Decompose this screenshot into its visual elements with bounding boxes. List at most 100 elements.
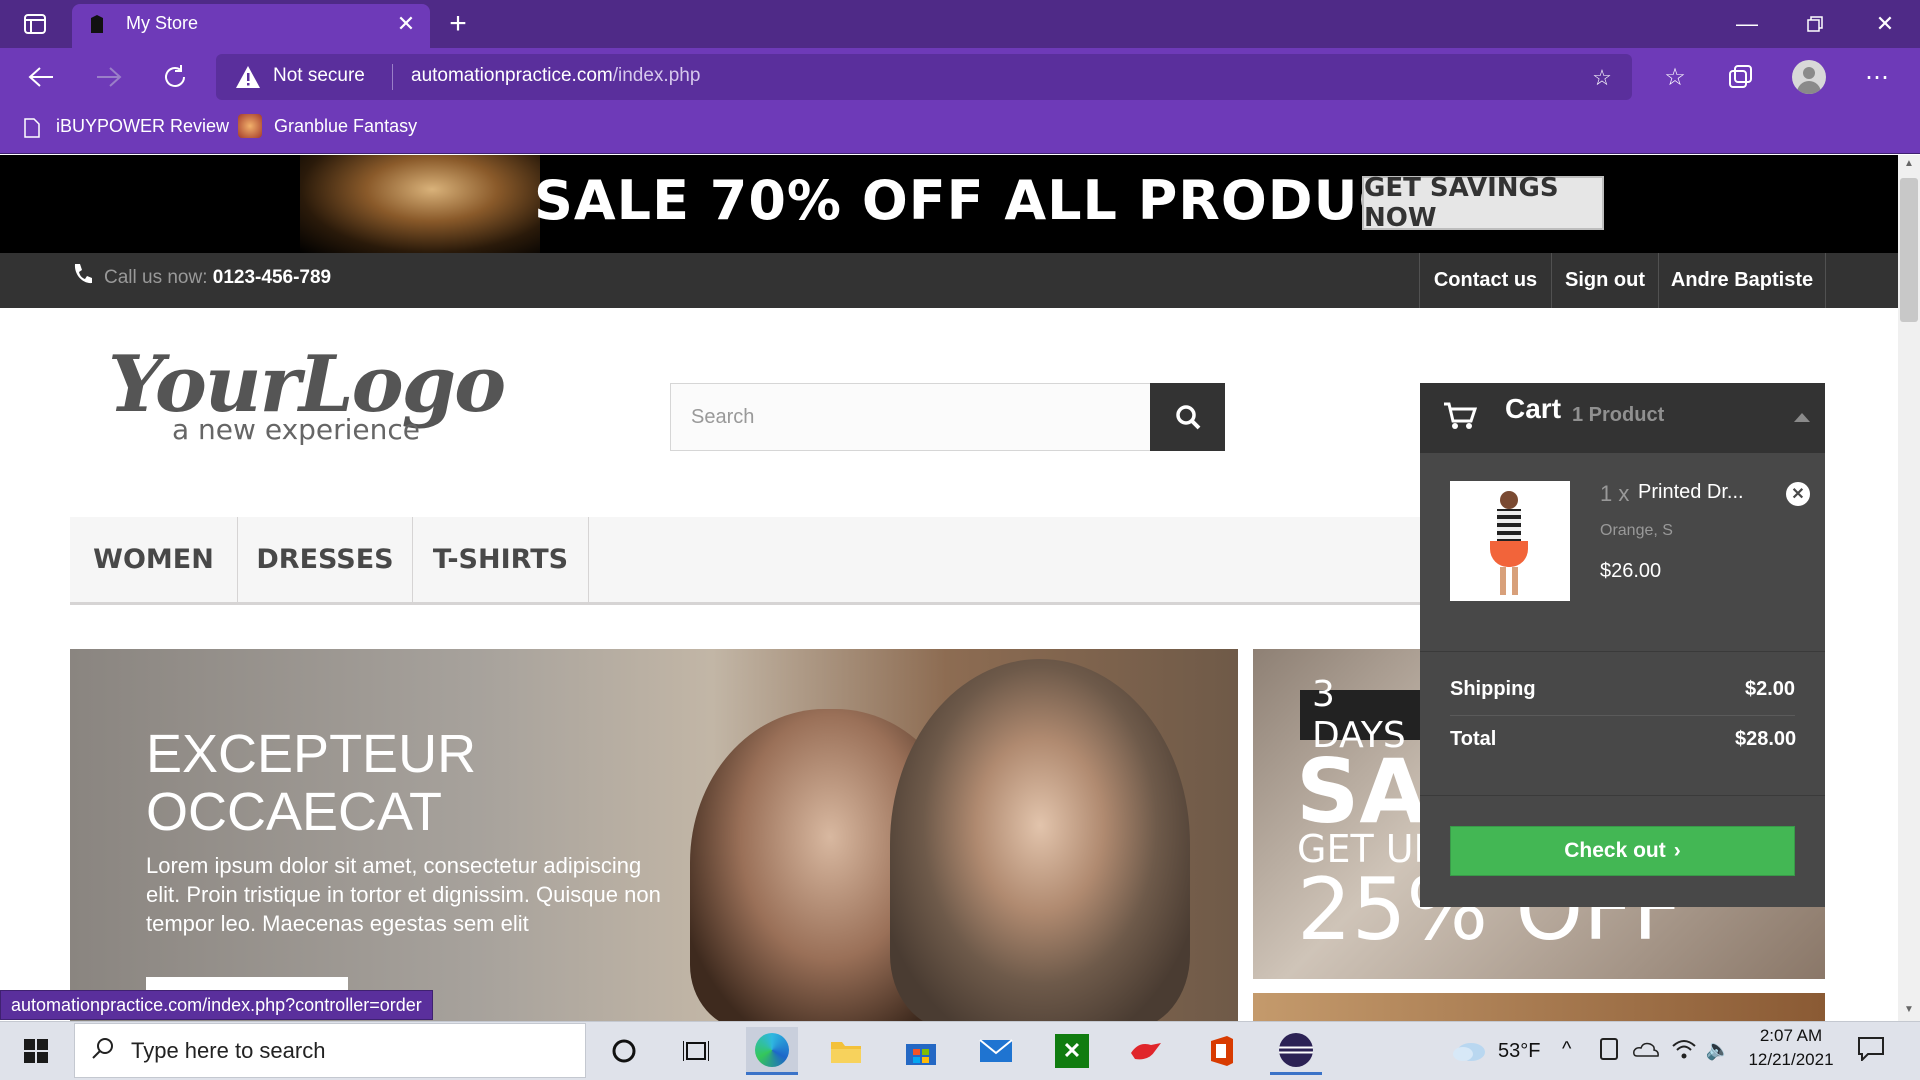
- eclipse-icon[interactable]: [1270, 1027, 1322, 1075]
- cart-item-name[interactable]: Printed Dr...: [1638, 481, 1744, 504]
- security-label[interactable]: Not secure: [273, 65, 365, 87]
- checkout-label: Check out: [1564, 839, 1666, 862]
- cart-item-attributes[interactable]: Orange, S: [1600, 522, 1673, 540]
- store-favicon-icon: [86, 12, 108, 36]
- office-icon[interactable]: [1196, 1027, 1248, 1075]
- call-us-label: Call us now:: [104, 267, 208, 288]
- get-savings-button[interactable]: GET SAVINGS NOW: [1362, 173, 1604, 233]
- menu-tshirts[interactable]: T-SHIRTS: [413, 517, 589, 602]
- cart-title: Cart: [1505, 393, 1562, 424]
- store-taskbar-icon[interactable]: [895, 1027, 947, 1075]
- side-banner-second[interactable]: [1253, 993, 1825, 1021]
- bookmark-ibuypower[interactable]: iBUYPOWER Review: [56, 116, 229, 137]
- chevron-right-icon: ›: [1673, 839, 1681, 862]
- edge-taskbar-icon[interactable]: [746, 1027, 798, 1075]
- warning-icon[interactable]: [234, 64, 262, 90]
- xbox-icon[interactable]: ✕: [1046, 1027, 1098, 1075]
- wifi-icon[interactable]: [1670, 1036, 1698, 1062]
- taskbar-search-placeholder: Type here to search: [131, 1037, 326, 1063]
- url-divider: [392, 64, 393, 90]
- profile-avatar-icon[interactable]: [1792, 60, 1826, 94]
- clock-date: 12/21/2021: [1748, 1050, 1834, 1069]
- link-status-bar: automationpractice.com/index.php?control…: [0, 990, 433, 1020]
- search-button[interactable]: [1150, 383, 1225, 451]
- scroll-up-icon[interactable]: ▲: [1902, 158, 1916, 172]
- cart-icon: [1442, 399, 1478, 433]
- banner-headline: SALE 70% OFF ALL PRODUCTS: [534, 169, 1477, 232]
- scroll-down-icon[interactable]: ▼: [1902, 1004, 1916, 1018]
- refresh-icon[interactable]: [158, 60, 192, 94]
- tab-title: My Store: [126, 13, 199, 33]
- mail-icon[interactable]: [970, 1027, 1022, 1075]
- more-menu-icon[interactable]: ⋯: [1862, 62, 1892, 92]
- bookmark-granblue[interactable]: Granblue Fantasy: [274, 116, 417, 137]
- shipping-value: $2.00: [1745, 678, 1796, 700]
- close-tab-icon[interactable]: ✕: [394, 11, 418, 36]
- total-value: $28.00: [1735, 728, 1797, 750]
- banner-model-image: [300, 155, 540, 253]
- cart-item-price: $26.00: [1600, 560, 1662, 582]
- cart-divider: [1420, 651, 1825, 652]
- hero-title-line2: OCCAECAT: [146, 782, 443, 842]
- url-text[interactable]: automationpractice.com/index.php: [411, 65, 700, 87]
- account-link[interactable]: Andre Baptiste: [1658, 253, 1826, 308]
- search-icon: [1175, 405, 1200, 430]
- granblue-favicon-icon: [238, 114, 262, 138]
- minimize-icon[interactable]: —: [1732, 10, 1762, 38]
- menu-women[interactable]: WOMEN: [70, 517, 238, 602]
- favorites-icon[interactable]: ☆: [1660, 62, 1690, 92]
- cart-divider-bottom: [1420, 795, 1825, 796]
- hero-title: EXCEPTEUR OCCAECAT: [146, 725, 476, 841]
- shipping-label: Shipping: [1450, 678, 1536, 700]
- file-explorer-icon[interactable]: [820, 1027, 872, 1075]
- windows-start-icon[interactable]: [10, 1027, 62, 1075]
- restore-icon[interactable]: [1800, 10, 1830, 38]
- device-icon[interactable]: [1600, 1038, 1618, 1060]
- back-icon[interactable]: [24, 62, 58, 92]
- cart-totals-divider: [1450, 715, 1795, 716]
- sign-out-link[interactable]: Sign out: [1551, 253, 1658, 308]
- show-hidden-icons-icon[interactable]: ^: [1562, 1038, 1571, 1061]
- remove-item-icon[interactable]: ✕: [1786, 482, 1810, 506]
- volume-icon[interactable]: 🔈: [1704, 1036, 1732, 1062]
- cart-item-qty: 1 x: [1600, 481, 1630, 506]
- weather-cloud-icon[interactable]: [1450, 1036, 1488, 1064]
- game-app-icon[interactable]: [1120, 1027, 1172, 1075]
- url-path: /index.php: [612, 65, 701, 86]
- menu-dresses[interactable]: DRESSES: [238, 517, 413, 602]
- task-view-icon[interactable]: [670, 1027, 722, 1075]
- search-input[interactable]: Search: [670, 383, 1152, 451]
- store-logo[interactable]: YourLogo a new experience: [108, 345, 506, 447]
- new-tab-icon[interactable]: +: [442, 7, 474, 40]
- add-favorite-icon[interactable]: ☆: [1588, 64, 1616, 92]
- contact-us-link[interactable]: Contact us: [1419, 253, 1551, 308]
- url-domain: automationpractice.com: [411, 65, 613, 86]
- weather-temp[interactable]: 53°F: [1498, 1040, 1540, 1063]
- call-us: Call us now: 0123-456-789: [104, 267, 331, 289]
- onedrive-icon[interactable]: [1632, 1038, 1660, 1060]
- phone-number: 0123-456-789: [212, 267, 332, 288]
- cart-count: 1 Product: [1572, 404, 1665, 426]
- hero-title-line1: EXCEPTEUR: [146, 724, 477, 784]
- hero-description: Lorem ipsum dolor sit amet, consectetur …: [146, 853, 661, 936]
- collapse-caret-icon[interactable]: [1794, 413, 1810, 422]
- collections-icon[interactable]: [1726, 62, 1756, 92]
- tab-actions-icon[interactable]: [20, 10, 50, 38]
- total-label: Total: [1450, 728, 1497, 750]
- cart-product-image[interactable]: [1450, 481, 1570, 601]
- cortana-icon[interactable]: [598, 1027, 650, 1075]
- forward-icon[interactable]: [92, 62, 126, 92]
- close-window-icon[interactable]: ✕: [1870, 10, 1900, 38]
- notifications-icon[interactable]: [1854, 1034, 1888, 1064]
- checkout-button[interactable]: Check out ›: [1450, 826, 1795, 876]
- phone-icon: [70, 261, 94, 287]
- clock[interactable]: 2:07 AM 12/21/2021: [1744, 1026, 1838, 1070]
- hero-model-right: [890, 659, 1190, 1021]
- page-bookmark-icon: [22, 116, 42, 140]
- scrollbar-thumb[interactable]: [1900, 178, 1918, 322]
- taskbar-search[interactable]: Type here to search: [74, 1023, 586, 1078]
- side-banner-days: 3 DAYS: [1300, 674, 1430, 756]
- clock-time: 2:07 AM: [1759, 1026, 1823, 1045]
- taskbar-search-icon: [91, 1036, 115, 1065]
- web-page: SALE 70% OFF ALL PRODUCTS GET SAVINGS NO…: [0, 155, 1898, 1021]
